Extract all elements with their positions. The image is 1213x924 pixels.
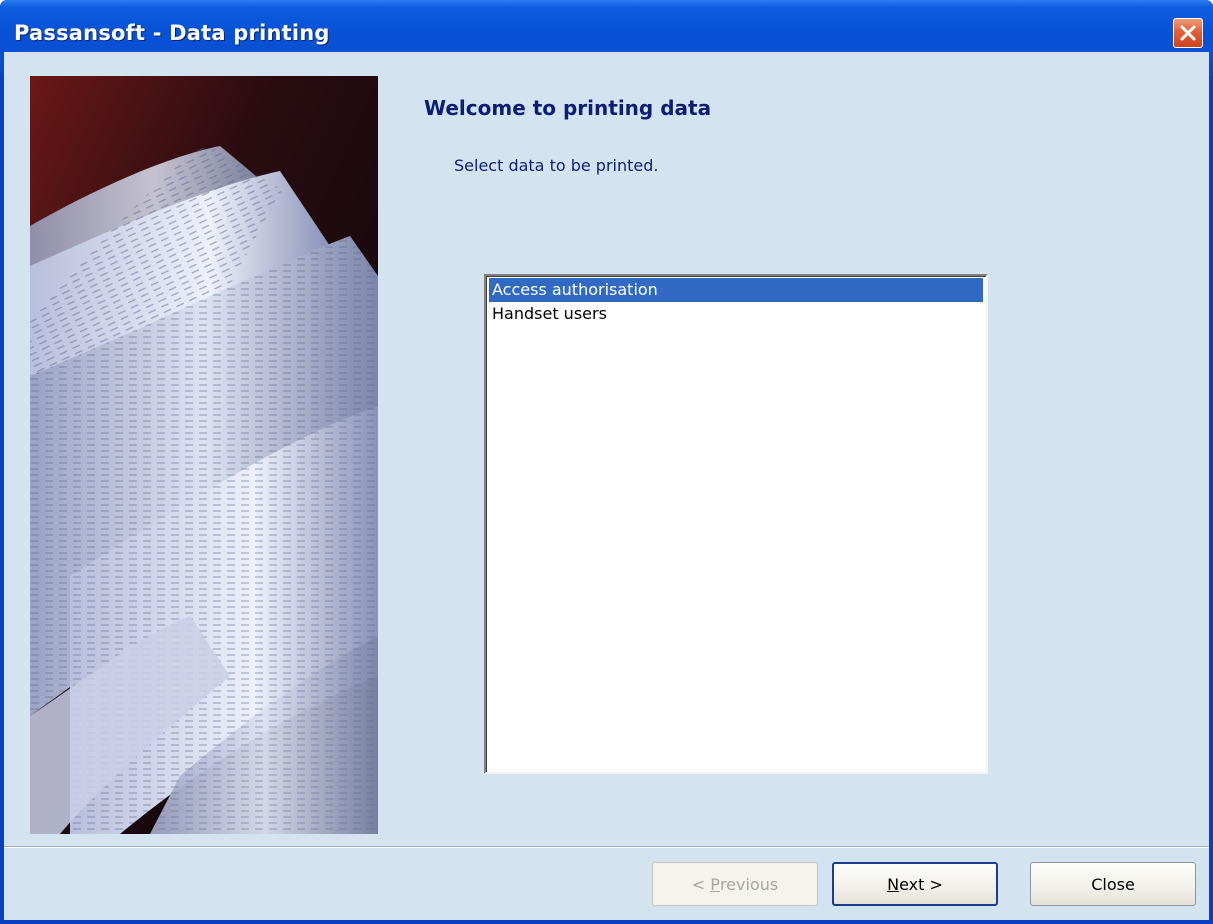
wizard-window: Passansoft - Data printing Welcome to pr…: [0, 0, 1213, 924]
previous-label-pre: <: [691, 874, 711, 894]
close-button[interactable]: Close: [1030, 862, 1196, 906]
next-label-post: ext >: [899, 874, 943, 894]
previous-label-mnemonic: P: [710, 874, 720, 894]
next-button[interactable]: Next >: [832, 862, 998, 906]
dialog-body: Welcome to printing data Select data to …: [4, 52, 1209, 920]
close-window-button[interactable]: [1173, 18, 1203, 48]
window-title: Passansoft - Data printing: [14, 21, 330, 45]
data-type-listbox[interactable]: Access authorisation Handset users: [484, 274, 988, 774]
footer-divider: [4, 846, 1209, 848]
printed-paper-stack-image: [30, 76, 378, 834]
wizard-heading: Welcome to printing data: [424, 96, 712, 120]
close-icon: [1180, 25, 1196, 41]
list-item-access-authorisation[interactable]: Access authorisation: [489, 278, 983, 302]
previous-button[interactable]: < Previous: [652, 862, 818, 906]
previous-label-post: revious: [719, 874, 779, 894]
list-item-handset-users[interactable]: Handset users: [489, 302, 983, 326]
wizard-instruction: Select data to be printed.: [454, 156, 659, 175]
next-label-mnemonic: N: [887, 874, 900, 894]
